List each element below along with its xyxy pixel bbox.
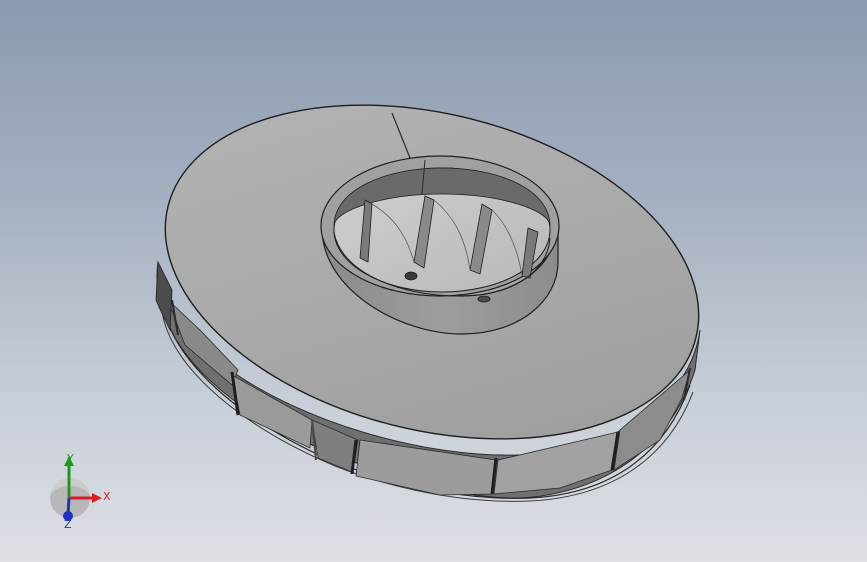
x-axis-label: X bbox=[103, 490, 111, 503]
y-axis-label: Y bbox=[66, 452, 74, 465]
hub-hole bbox=[404, 271, 418, 281]
x-axis-arrow-icon bbox=[92, 493, 102, 503]
impeller-model[interactable] bbox=[0, 0, 867, 562]
view-triad[interactable]: Y X Z bbox=[50, 452, 120, 528]
graphics-viewport[interactable]: Y X Z bbox=[0, 0, 867, 562]
z-axis-label: Z bbox=[64, 518, 72, 528]
